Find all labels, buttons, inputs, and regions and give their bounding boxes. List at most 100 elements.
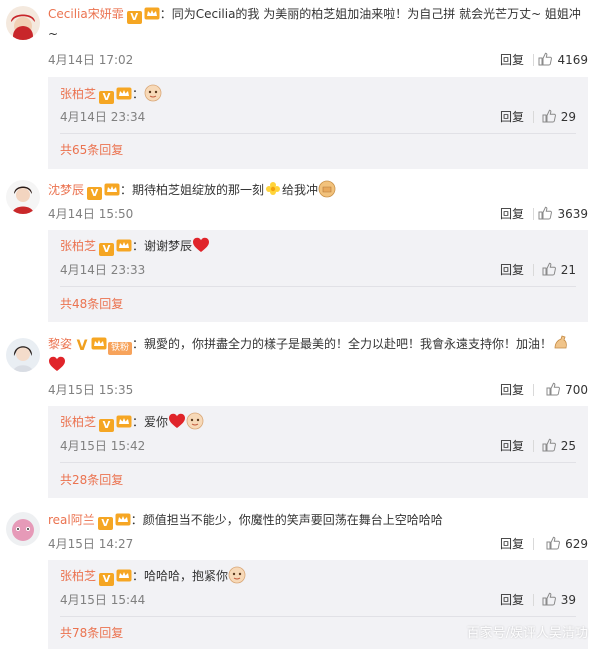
comment-meta: 4月14日 17:02 回复 4169 bbox=[48, 51, 588, 69]
reply-button[interactable]: 回复 bbox=[500, 591, 524, 609]
member-crown-icon bbox=[116, 415, 132, 428]
avatar[interactable] bbox=[6, 338, 40, 372]
like-count: 39 bbox=[560, 593, 576, 607]
username-link[interactable]: 张柏芝 bbox=[60, 569, 96, 583]
divider bbox=[60, 286, 576, 287]
username-link[interactable]: 张柏芝 bbox=[60, 415, 96, 429]
reply-box: 张柏芝 V ：爱你 4月15日 15:42 回复 25 共28条回复 bbox=[48, 406, 588, 498]
like-button[interactable]: 21 bbox=[542, 261, 576, 279]
reply-button[interactable]: 回复 bbox=[500, 108, 524, 126]
reply-meta: 4月14日 23:33 回复 21 bbox=[60, 261, 576, 279]
thumbs-up-icon bbox=[542, 438, 556, 452]
reply-text: 张柏芝 V ： bbox=[60, 84, 576, 104]
reply-meta: 4月15日 15:44 回复 39 bbox=[60, 591, 576, 609]
comment-body: ：颜值担当不能少，你魔性的笑声要回荡在舞台上空哈哈哈 bbox=[130, 513, 443, 527]
like-count: 29 bbox=[560, 110, 576, 124]
member-crown-icon bbox=[115, 513, 131, 526]
more-replies-link[interactable]: 共65条回复 bbox=[60, 141, 123, 159]
member-crown-icon bbox=[91, 337, 107, 350]
like-button[interactable]: 700 bbox=[546, 381, 588, 399]
username-link[interactable]: real阿兰 bbox=[48, 513, 95, 527]
comment-body: ：期待柏芝姐绽放的那一刻 bbox=[120, 183, 265, 197]
like-count: 21 bbox=[560, 263, 576, 277]
reply-body: ：爱你 bbox=[132, 415, 169, 429]
reply-time: 4月14日 23:33 bbox=[60, 263, 146, 277]
divider bbox=[533, 111, 534, 123]
reply-time: 4月14日 23:34 bbox=[60, 110, 146, 124]
comment-text: 沈梦辰 V ：期待柏芝姐绽放的那一刻 给我冲 bbox=[48, 180, 588, 200]
reply-body: ： bbox=[132, 87, 145, 101]
member-crown-icon bbox=[144, 7, 160, 20]
face-emoji-icon bbox=[186, 412, 204, 430]
divider bbox=[533, 54, 534, 66]
reply-button[interactable]: 回复 bbox=[500, 535, 524, 553]
divider bbox=[533, 264, 534, 276]
verified-badge-icon: V bbox=[87, 187, 103, 200]
verified-badge-icon: V bbox=[99, 573, 115, 586]
heart-emoji-icon bbox=[192, 236, 210, 254]
heart-emoji-icon bbox=[168, 412, 186, 430]
more-replies-link[interactable]: 共28条回复 bbox=[60, 471, 123, 489]
reply-text: 张柏芝 V ：谢谢梦辰 bbox=[60, 236, 576, 256]
divider bbox=[533, 384, 534, 396]
like-button[interactable]: 629 bbox=[546, 535, 588, 553]
username-link[interactable]: 沈梦辰 bbox=[48, 183, 84, 197]
thumbs-up-icon bbox=[546, 536, 560, 550]
reply-button[interactable]: 回复 bbox=[500, 51, 524, 69]
divider bbox=[60, 462, 576, 463]
reply-text: 张柏芝 V ：爱你 bbox=[60, 412, 576, 432]
avatar[interactable] bbox=[6, 180, 40, 214]
username-link[interactable]: 张柏芝 bbox=[60, 87, 96, 101]
username-link[interactable]: 黎姿 bbox=[48, 337, 72, 351]
comment-time: 4月15日 15:35 bbox=[48, 383, 134, 397]
thumbs-up-icon bbox=[546, 382, 560, 396]
username-link[interactable]: Cecilia宋妍霏 bbox=[48, 7, 124, 21]
reply-box: 张柏芝 V ： 4月14日 23:34 回复 29 共65条回复 bbox=[48, 77, 588, 169]
divider bbox=[60, 616, 576, 617]
divider bbox=[60, 133, 576, 134]
username-link[interactable]: 张柏芝 bbox=[60, 239, 96, 253]
reply-button[interactable]: 回复 bbox=[500, 205, 524, 223]
reply-button[interactable]: 回复 bbox=[500, 261, 524, 279]
reply-body: ：谢谢梦辰 bbox=[132, 239, 193, 253]
comment-meta: 4月15日 15:35 回复 700 bbox=[48, 381, 588, 399]
reply-meta: 4月14日 23:34 回复 29 bbox=[60, 108, 576, 126]
like-count: 3639 bbox=[557, 207, 588, 221]
divider bbox=[533, 538, 534, 550]
comment-time: 4月14日 15:50 bbox=[48, 207, 134, 221]
fan-badge: 铁粉 bbox=[108, 342, 133, 355]
like-count: 25 bbox=[560, 439, 576, 453]
watermark: 百家号/娱评人吴清功 bbox=[466, 626, 588, 641]
like-button[interactable]: 4169 bbox=[538, 51, 588, 69]
verified-badge-icon: V bbox=[99, 91, 115, 104]
thumbs-up-icon bbox=[538, 52, 552, 66]
thumbs-up-icon bbox=[542, 592, 556, 606]
like-button[interactable]: 3639 bbox=[538, 205, 588, 223]
face-emoji-icon bbox=[144, 84, 162, 102]
reply-box: 张柏芝 V ：谢谢梦辰 4月14日 23:33 回复 21 共48条回复 bbox=[48, 230, 588, 322]
comment-time: 4月15日 14:27 bbox=[48, 537, 134, 551]
like-button[interactable]: 39 bbox=[542, 591, 576, 609]
face-emoji-icon bbox=[228, 566, 246, 584]
reply-body: ：哈哈哈，抱紧你 bbox=[132, 569, 229, 583]
member-crown-icon bbox=[104, 183, 120, 196]
reply-button[interactable]: 回复 bbox=[500, 381, 524, 399]
member-crown-icon bbox=[116, 569, 132, 582]
comment-text: Cecilia宋妍霏 V ：同为Cecilia的我 为美丽的柏芝姐加油来啦！为自己拼… bbox=[48, 4, 588, 44]
more-replies-link[interactable]: 共78条回复 bbox=[60, 624, 123, 642]
like-button[interactable]: 25 bbox=[542, 437, 576, 455]
thumbs-up-icon bbox=[542, 109, 556, 123]
verified-badge-icon: V bbox=[97, 517, 113, 530]
reply-button[interactable]: 回复 bbox=[500, 437, 524, 455]
thumbs-up-icon bbox=[538, 206, 552, 220]
like-button[interactable]: 29 bbox=[542, 108, 576, 126]
comment-meta: 4月15日 14:27 回复 629 bbox=[48, 535, 588, 553]
avatar[interactable] bbox=[6, 6, 40, 40]
like-count: 4169 bbox=[557, 53, 588, 67]
avatar[interactable] bbox=[6, 512, 40, 546]
verified-badge-icon: V bbox=[99, 243, 115, 256]
divider bbox=[533, 594, 534, 606]
reply-text: 张柏芝 V ：哈哈哈，抱紧你 bbox=[60, 566, 576, 586]
verified-badge-icon: V bbox=[126, 11, 142, 24]
more-replies-link[interactable]: 共48条回复 bbox=[60, 295, 123, 313]
